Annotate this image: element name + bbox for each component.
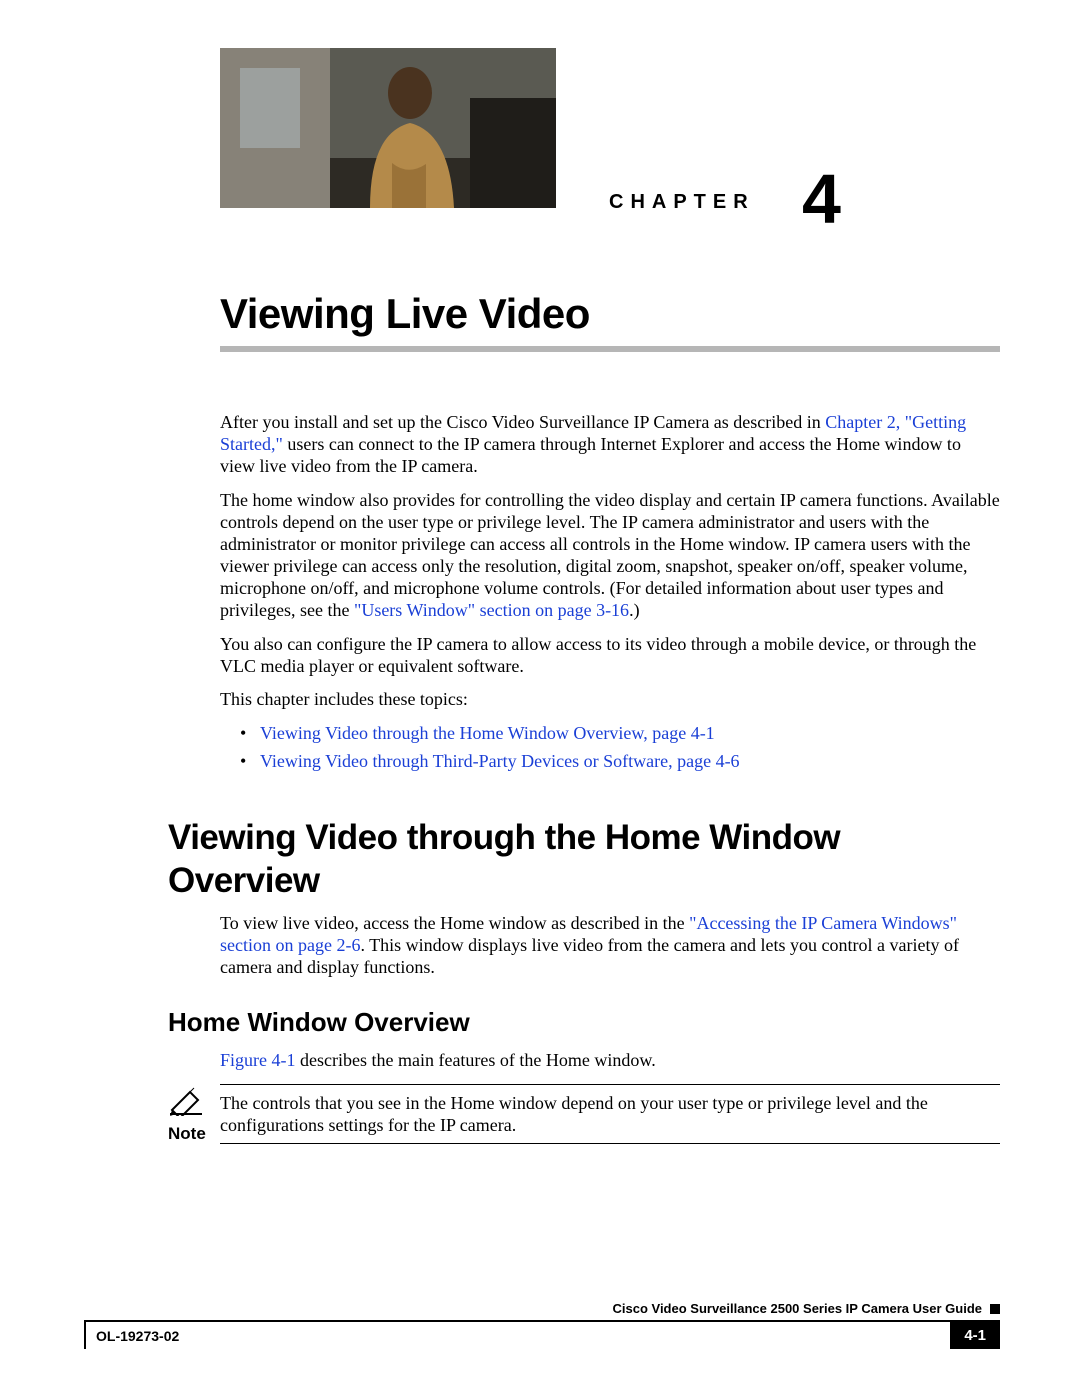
footer-doc-number: OL-19273-02: [84, 1322, 179, 1349]
section2-paragraph-1: Figure 4-1 describes the main features o…: [220, 1050, 1000, 1072]
link-figure-4-1[interactable]: Figure 4-1: [220, 1050, 296, 1070]
title-block: Viewing Live Video: [220, 290, 1000, 352]
intro-paragraph-1: After you install and set up the Cisco V…: [220, 412, 1000, 478]
body: After you install and set up the Cisco V…: [220, 412, 1000, 1148]
topic-list: Viewing Video through the Home Window Ov…: [240, 723, 1000, 773]
section1-paragraph-1: To view live video, access the Home wind…: [220, 913, 1000, 979]
text: To view live video, access the Home wind…: [220, 913, 689, 933]
note-text: The controls that you see in the Home wi…: [220, 1089, 1000, 1143]
title-rule: [220, 346, 1000, 352]
note-icon: [168, 1086, 204, 1116]
intro-paragraph-4: This chapter includes these topics:: [220, 689, 1000, 711]
note-label: Note: [168, 1124, 208, 1145]
footer: Cisco Video Surveillance 2500 Series IP …: [84, 1301, 1000, 1349]
note-text-col: The controls that you see in the Home wi…: [220, 1084, 1000, 1148]
note-bottom-rule: [220, 1143, 1000, 1144]
page-title: Viewing Live Video: [220, 290, 1000, 338]
text: users can connect to the IP camera throu…: [220, 434, 961, 476]
text: .): [629, 600, 640, 620]
footer-bottom: OL-19273-02 4-1: [84, 1322, 1000, 1349]
link-users-window[interactable]: "Users Window" section on page 3-16: [354, 600, 629, 620]
chapter-photo: [220, 48, 556, 208]
footer-page-number: 4-1: [950, 1322, 1000, 1349]
note-block: Note The controls that you see in the Ho…: [168, 1084, 1000, 1148]
text: describes the main features of the Home …: [296, 1050, 656, 1070]
chapter-header: CHAPTER 4: [220, 48, 1000, 218]
intro-paragraph-3: You also can configure the IP camera to …: [220, 634, 1000, 678]
chapter-label: CHAPTER: [609, 191, 755, 214]
text: After you install and set up the Cisco V…: [220, 412, 825, 432]
note-top-rule: [220, 1084, 1000, 1085]
section-heading-home-window: Home Window Overview: [168, 1007, 1000, 1039]
intro-paragraph-2: The home window also provides for contro…: [220, 490, 1000, 622]
chapter-number: 4: [802, 164, 841, 234]
section-heading-overview: Viewing Video through the Home Window Ov…: [168, 817, 1000, 902]
topic-link-2[interactable]: Viewing Video through Third-Party Device…: [240, 751, 1000, 773]
topic-link-1[interactable]: Viewing Video through the Home Window Ov…: [240, 723, 1000, 745]
note-icon-col: Note: [168, 1084, 208, 1145]
footer-guide-title: Cisco Video Surveillance 2500 Series IP …: [84, 1301, 1000, 1320]
page: CHAPTER 4 Viewing Live Video After you i…: [0, 0, 1080, 1397]
